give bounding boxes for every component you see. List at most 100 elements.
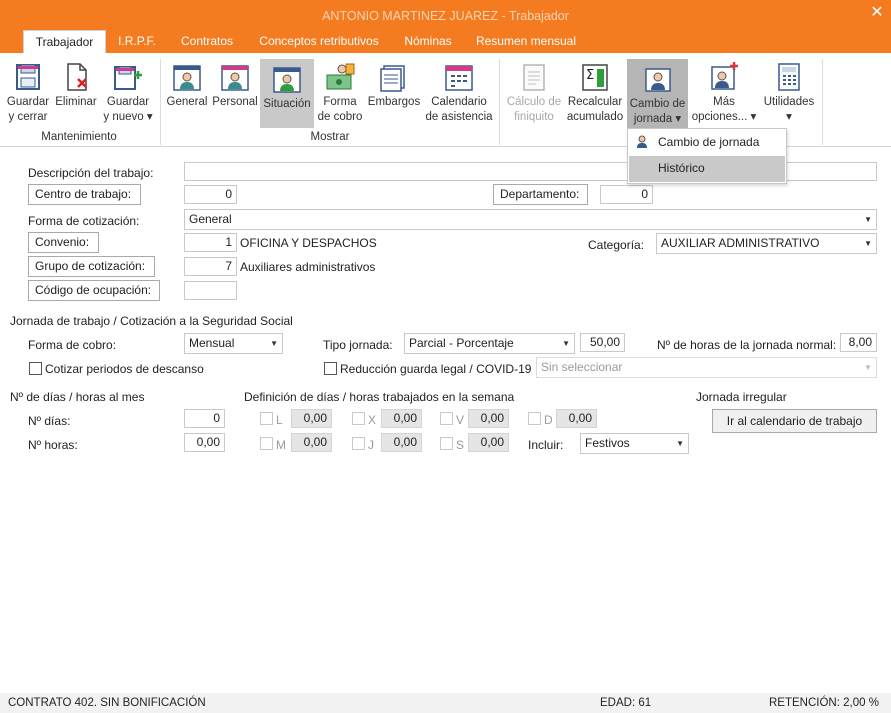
day-input-x[interactable]: 0,00 — [381, 409, 422, 428]
tab-trabajador[interactable]: Trabajador — [23, 30, 106, 53]
delete-document-icon — [67, 63, 87, 91]
chevron-down-icon: ▼ — [864, 215, 872, 224]
guardar-nuevo-button[interactable]: Guardar y nuevo ▾ — [102, 57, 154, 129]
person-card-icon — [221, 65, 249, 91]
categoria-select[interactable]: AUXILIAR ADMINISTRATIVO ▼ — [656, 233, 877, 254]
calculator-icon — [778, 63, 800, 91]
convenio-button[interactable]: Convenio: — [28, 232, 99, 253]
guardar-cerrar-button[interactable]: Guardar y cerrar — [4, 57, 52, 129]
grupo-name: Auxiliares administrativos — [240, 260, 376, 274]
tab-conceptos[interactable]: Conceptos retributivos — [250, 30, 388, 53]
day-input-l[interactable]: 0,00 — [291, 409, 332, 428]
convenio-code-input[interactable]: 1 — [184, 233, 237, 252]
descripcion-label: Descripción del trabajo: — [28, 166, 154, 180]
codigo-ocupacion-button[interactable]: Código de ocupación: — [28, 280, 160, 301]
recalcular-acumulado-button[interactable]: Σ Recalcular acumulado — [565, 57, 625, 129]
save-icon — [16, 64, 40, 90]
day-checkbox-m[interactable] — [260, 437, 273, 450]
person-add-icon — [711, 62, 738, 90]
tipo-jornada-pct-input[interactable]: 50,00 — [580, 333, 625, 352]
horas-jornada-input[interactable]: 8,00 — [840, 333, 877, 352]
general-button[interactable]: General — [165, 57, 209, 129]
situacion-button[interactable]: Situación — [260, 59, 314, 128]
day-input-m[interactable]: 0,00 — [291, 433, 332, 452]
incluir-label: Incluir: — [528, 438, 564, 452]
tab-resumen[interactable]: Resumen mensual — [470, 30, 582, 53]
calendario-asistencia-button[interactable]: Calendario de asistencia — [425, 57, 493, 129]
tipo-jornada-select[interactable]: Parcial - Porcentaje ▼ — [404, 333, 575, 354]
semana-section-title: Definición de días / horas trabajados en… — [244, 390, 515, 404]
person-card-icon — [173, 65, 201, 91]
tab-nominas[interactable]: Nóminas — [395, 30, 461, 53]
centro-trabajo-button[interactable]: Centro de trabajo: — [28, 184, 141, 205]
window-title: ANTONIO MARTINEZ JUAREZ - Trabajador — [322, 9, 569, 23]
forma-cobro-button[interactable]: Forma de cobro — [317, 57, 363, 129]
personal-button[interactable]: Personal — [211, 57, 259, 129]
save-new-icon — [114, 66, 142, 90]
svg-text:Σ: Σ — [586, 68, 594, 83]
chevron-down-icon: ▼ — [864, 363, 872, 372]
incluir-select[interactable]: Festivos ▼ — [580, 433, 689, 454]
day-label-m: M — [276, 438, 286, 452]
grupo-cotizacion-button[interactable]: Grupo de cotización: — [28, 256, 155, 277]
codigo-ocupacion-input[interactable] — [184, 281, 237, 300]
horas-jornada-label: Nº de horas de la jornada normal: — [657, 338, 837, 352]
tab-contratos[interactable]: Contratos — [172, 30, 242, 53]
horas-input[interactable]: 0,00 — [184, 433, 225, 452]
day-label-d: D — [544, 413, 553, 427]
chevron-down-icon: ▼ — [270, 339, 278, 348]
eliminar-button[interactable]: Eliminar — [53, 57, 99, 129]
menu-item-cambio-jornada[interactable]: Cambio de jornada — [628, 129, 786, 155]
document-icon — [523, 64, 545, 91]
ribbon-divider — [822, 59, 823, 145]
day-checkbox-d[interactable] — [528, 412, 541, 425]
jornada-section-title: Jornada de trabajo / Cotización a la Seg… — [10, 314, 293, 328]
cotizar-descanso-checkbox[interactable] — [29, 362, 42, 375]
departamento-button[interactable]: Departamento: — [493, 184, 588, 205]
day-input-s[interactable]: 0,00 — [468, 433, 509, 452]
horas-label: Nº horas: — [28, 438, 78, 452]
menu-item-historico[interactable]: Histórico — [629, 156, 785, 182]
money-person-icon — [326, 63, 355, 90]
calendario-trabajo-button[interactable]: Ir al calendario de trabajo — [712, 409, 877, 433]
calculo-finiquito-button[interactable]: Cálculo de finiquito — [504, 57, 564, 129]
convenio-name: OFICINA Y DESPACHOS — [240, 236, 377, 250]
ribbon-divider — [160, 59, 161, 145]
reduccion-label: Reducción guarda legal / COVID-19 — [340, 362, 532, 376]
group-mantenimiento: Mantenimiento — [41, 131, 117, 143]
day-label-j: J — [368, 438, 374, 452]
forma-cotizacion-select[interactable]: General ▼ — [184, 209, 877, 230]
day-input-j[interactable]: 0,00 — [381, 433, 422, 452]
reduccion-select[interactable]: Sin seleccionar ▼ — [536, 357, 877, 378]
tab-irpf[interactable]: I.R.P.F. — [112, 30, 162, 53]
centro-trabajo-input[interactable]: 0 — [184, 185, 237, 204]
day-input-v[interactable]: 0,00 — [468, 409, 509, 428]
day-checkbox-l[interactable] — [260, 412, 273, 425]
utilidades-button[interactable]: Utilidades ▾ — [760, 57, 818, 129]
group-mostrar: Mostrar — [310, 131, 350, 143]
day-checkbox-s[interactable] — [440, 437, 453, 450]
day-checkbox-x[interactable] — [352, 412, 365, 425]
tipo-jornada-label: Tipo jornada: — [323, 338, 393, 352]
ribbon-divider — [499, 59, 500, 145]
chevron-down-icon: ▼ — [562, 339, 570, 348]
day-checkbox-v[interactable] — [440, 412, 453, 425]
departamento-input[interactable]: 0 — [600, 185, 653, 204]
day-label-v: V — [456, 413, 465, 427]
reduccion-checkbox[interactable] — [324, 362, 337, 375]
sum-calculator-icon: Σ — [582, 64, 608, 91]
grupo-code-input[interactable]: 7 — [184, 257, 237, 276]
person-schedule-icon — [644, 68, 671, 92]
forma-cobro-label: Forma de cobro: — [28, 338, 117, 352]
forma-cobro-select[interactable]: Mensual ▼ — [184, 333, 283, 354]
day-checkbox-j[interactable] — [352, 437, 365, 450]
mas-opciones-button[interactable]: Más opciones... ▾ — [690, 57, 758, 129]
calendar-icon — [445, 65, 473, 91]
day-input-d[interactable]: 0,00 — [556, 409, 597, 428]
dias-input[interactable]: 0 — [184, 409, 225, 428]
close-icon[interactable]: ✕ — [862, 2, 891, 24]
irregular-section-title: Jornada irregular — [696, 390, 787, 404]
dias-section-title: Nº de días / horas al mes — [10, 390, 145, 404]
cambio-jornada-button[interactable]: Cambio de jornada ▾ — [627, 59, 688, 128]
embargos-button[interactable]: Embargos — [366, 57, 422, 129]
